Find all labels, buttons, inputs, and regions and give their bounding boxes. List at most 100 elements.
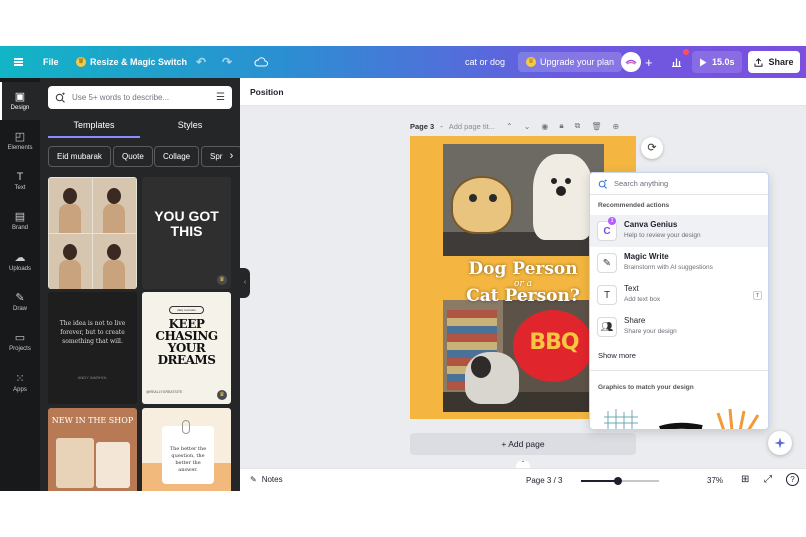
notification-dot — [683, 49, 689, 55]
template-tile-new-in-shop[interactable]: NEW IN THE SHOP — [48, 408, 137, 491]
template-tile-better-question[interactable]: The better the question, the better the … — [142, 408, 231, 491]
document-name[interactable]: cat or dog — [465, 46, 505, 78]
brand-icon: ▤ — [14, 211, 26, 223]
cat-photo[interactable]: BBQ — [443, 300, 604, 412]
keyboard-shortcut: T — [753, 291, 762, 300]
page-title-input[interactable]: Add page tit... — [449, 122, 495, 131]
present-button[interactable]: 15.0s — [692, 51, 742, 73]
menu-button[interactable] — [10, 46, 26, 78]
fullscreen-icon[interactable]: ⤢ — [764, 474, 772, 485]
action-subtitle: Brainstorm with AI suggestions — [624, 264, 713, 271]
search-placeholder: Search anything — [614, 179, 669, 188]
text-icon: T — [16, 171, 24, 183]
rail-item-draw[interactable]: ✎ Draw — [0, 283, 40, 321]
duplicate-icon[interactable]: ⧉ — [575, 121, 581, 131]
templates-panel: Use 5+ words to describe... ☰ Templates … — [40, 78, 240, 491]
collage-photo — [49, 234, 92, 289]
eye-icon[interactable]: ◉ — [541, 122, 548, 131]
template-tile-fashion-collage[interactable] — [48, 177, 137, 289]
zoom-slider-knob[interactable] — [614, 477, 623, 485]
search-placeholder: Use 5+ words to describe... — [72, 93, 170, 102]
left-rail: ▣ Design ◰ Elements T Text ▤ Brand ☁ Uploads … — [0, 78, 40, 491]
show-more-link[interactable]: Show more — [598, 351, 636, 360]
text-icon: T — [597, 285, 617, 305]
add-page-button[interactable]: + Add page — [410, 433, 636, 455]
crown-icon: ♛ — [217, 275, 227, 285]
tab-templates[interactable]: Templates — [48, 116, 140, 138]
share-label: Share — [768, 57, 794, 67]
template-tile-you-got-this[interactable]: YOU GOT THIS ♛ — [142, 177, 231, 289]
upgrade-label: Upgrade your plan — [540, 57, 615, 67]
avatar[interactable] — [621, 52, 641, 72]
dog-photo[interactable] — [443, 144, 604, 256]
rail-item-uploads[interactable]: ☁ Uploads — [0, 243, 40, 281]
bbq-text: BBQ — [529, 330, 579, 355]
action-title: Canva Genius — [624, 220, 678, 229]
divider — [590, 370, 768, 371]
resize-label: Resize & Magic Switch — [90, 57, 188, 67]
search-anything-input[interactable]: Search anything — [590, 173, 768, 195]
chevron-down-icon[interactable]: ⌄ — [524, 122, 531, 131]
tile-text: The better the question, the better the … — [169, 446, 207, 473]
template-tile-keep-chasing[interactable]: daily reminder KEEP CHASING YOUR DREAMS … — [142, 292, 231, 404]
action-magic-write[interactable]: ✎ Magic Write Brainstorm with AI suggest… — [590, 247, 768, 279]
design-icon: ▣ — [14, 91, 26, 103]
rail-label: Elements — [7, 145, 33, 151]
footer-bar: ✎ Notes Page 3 / 3 37% ⊞ ⤢ ? — [240, 468, 806, 491]
rail-item-elements[interactable]: ◰ Elements — [0, 122, 40, 160]
action-text[interactable]: T Text Add text box T — [590, 279, 768, 311]
rail-label: Draw — [12, 306, 27, 312]
file-menu[interactable]: File — [43, 46, 59, 78]
refresh-icon[interactable]: ⟳ — [641, 137, 663, 159]
notification-badge: 3 — [608, 217, 616, 225]
rail-item-apps[interactable]: ⁙ Apps — [0, 364, 40, 402]
chip-collage[interactable]: Collage — [154, 146, 200, 167]
rail-item-design[interactable]: ▣ Design — [0, 82, 40, 120]
dog — [533, 154, 593, 240]
section-heading: Graphics to match your design — [598, 384, 694, 391]
zoom-slider[interactable] — [581, 477, 659, 485]
add-collaborator-button[interactable]: + — [645, 46, 653, 78]
template-tile-quote[interactable]: The idea is not to live forever, but to … — [48, 292, 137, 404]
page-count[interactable]: Page 3 / 3 — [526, 476, 562, 485]
rail-item-projects[interactable]: ▭ Projects — [0, 323, 40, 361]
rail-item-text[interactable]: T Text — [0, 162, 40, 200]
uploads-icon: ☁ — [14, 252, 26, 264]
trash-icon[interactable]: 🗑︎ — [591, 122, 601, 131]
magic-assistant-button[interactable] — [768, 431, 792, 455]
chevron-up-icon[interactable]: ⌃ — [506, 122, 513, 131]
rail-label: Text — [14, 185, 26, 191]
undo-button[interactable]: ↶ — [196, 46, 206, 78]
projects-icon: ▭ — [14, 332, 26, 344]
share-button[interactable]: Share — [748, 51, 800, 73]
collapse-panel-button[interactable]: ‹ — [240, 268, 250, 298]
help-icon[interactable]: ? — [786, 473, 799, 486]
cloud-save-icon[interactable] — [254, 46, 268, 78]
filter-icon[interactable]: ☰ — [216, 92, 225, 103]
upgrade-plan-button[interactable]: ♛ Upgrade your plan — [518, 52, 623, 72]
lock-icon[interactable]: 🔒︎ — [559, 121, 563, 131]
chip-quote[interactable]: Quote — [113, 146, 153, 167]
canva-editor: File ♛ Resize & Magic Switch ↶ ↷ cat or … — [0, 46, 806, 491]
bar-chart-icon — [671, 58, 681, 67]
chip-eid-mubarak[interactable]: Eid mubarak — [48, 146, 111, 167]
position-button[interactable]: Position — [250, 87, 284, 97]
resize-magic-switch-button[interactable]: ♛ Resize & Magic Switch — [76, 46, 187, 78]
sparkle-icon — [774, 437, 786, 449]
action-canva-genius[interactable]: C 3 Canva Genius Help to review your des… — [590, 215, 768, 247]
crown-icon: ♛ — [217, 390, 227, 400]
add-page-icon[interactable]: ⊕ — [613, 122, 620, 131]
chevron-right-icon[interactable]: › — [223, 148, 240, 165]
tab-styles[interactable]: Styles — [144, 116, 236, 138]
redo-button[interactable]: ↷ — [222, 46, 232, 78]
zoom-level[interactable]: 37% — [707, 476, 723, 485]
rail-item-brand[interactable]: ▤ Brand — [0, 202, 40, 240]
chevron-up-icon[interactable]: ⌃ — [516, 460, 530, 468]
action-share[interactable]: 👥︎ Share Share your design — [590, 311, 768, 343]
notes-label: Notes — [261, 475, 283, 484]
grid-view-icon[interactable]: ⊞ — [741, 474, 749, 485]
matching-graphics[interactable] — [598, 403, 766, 430]
template-search-input[interactable]: Use 5+ words to describe... ☰ — [48, 86, 232, 109]
quick-actions-dropdown: Search anything Recommended actions C 3 … — [589, 172, 769, 430]
notes-button[interactable]: ✎ Notes — [250, 475, 283, 484]
